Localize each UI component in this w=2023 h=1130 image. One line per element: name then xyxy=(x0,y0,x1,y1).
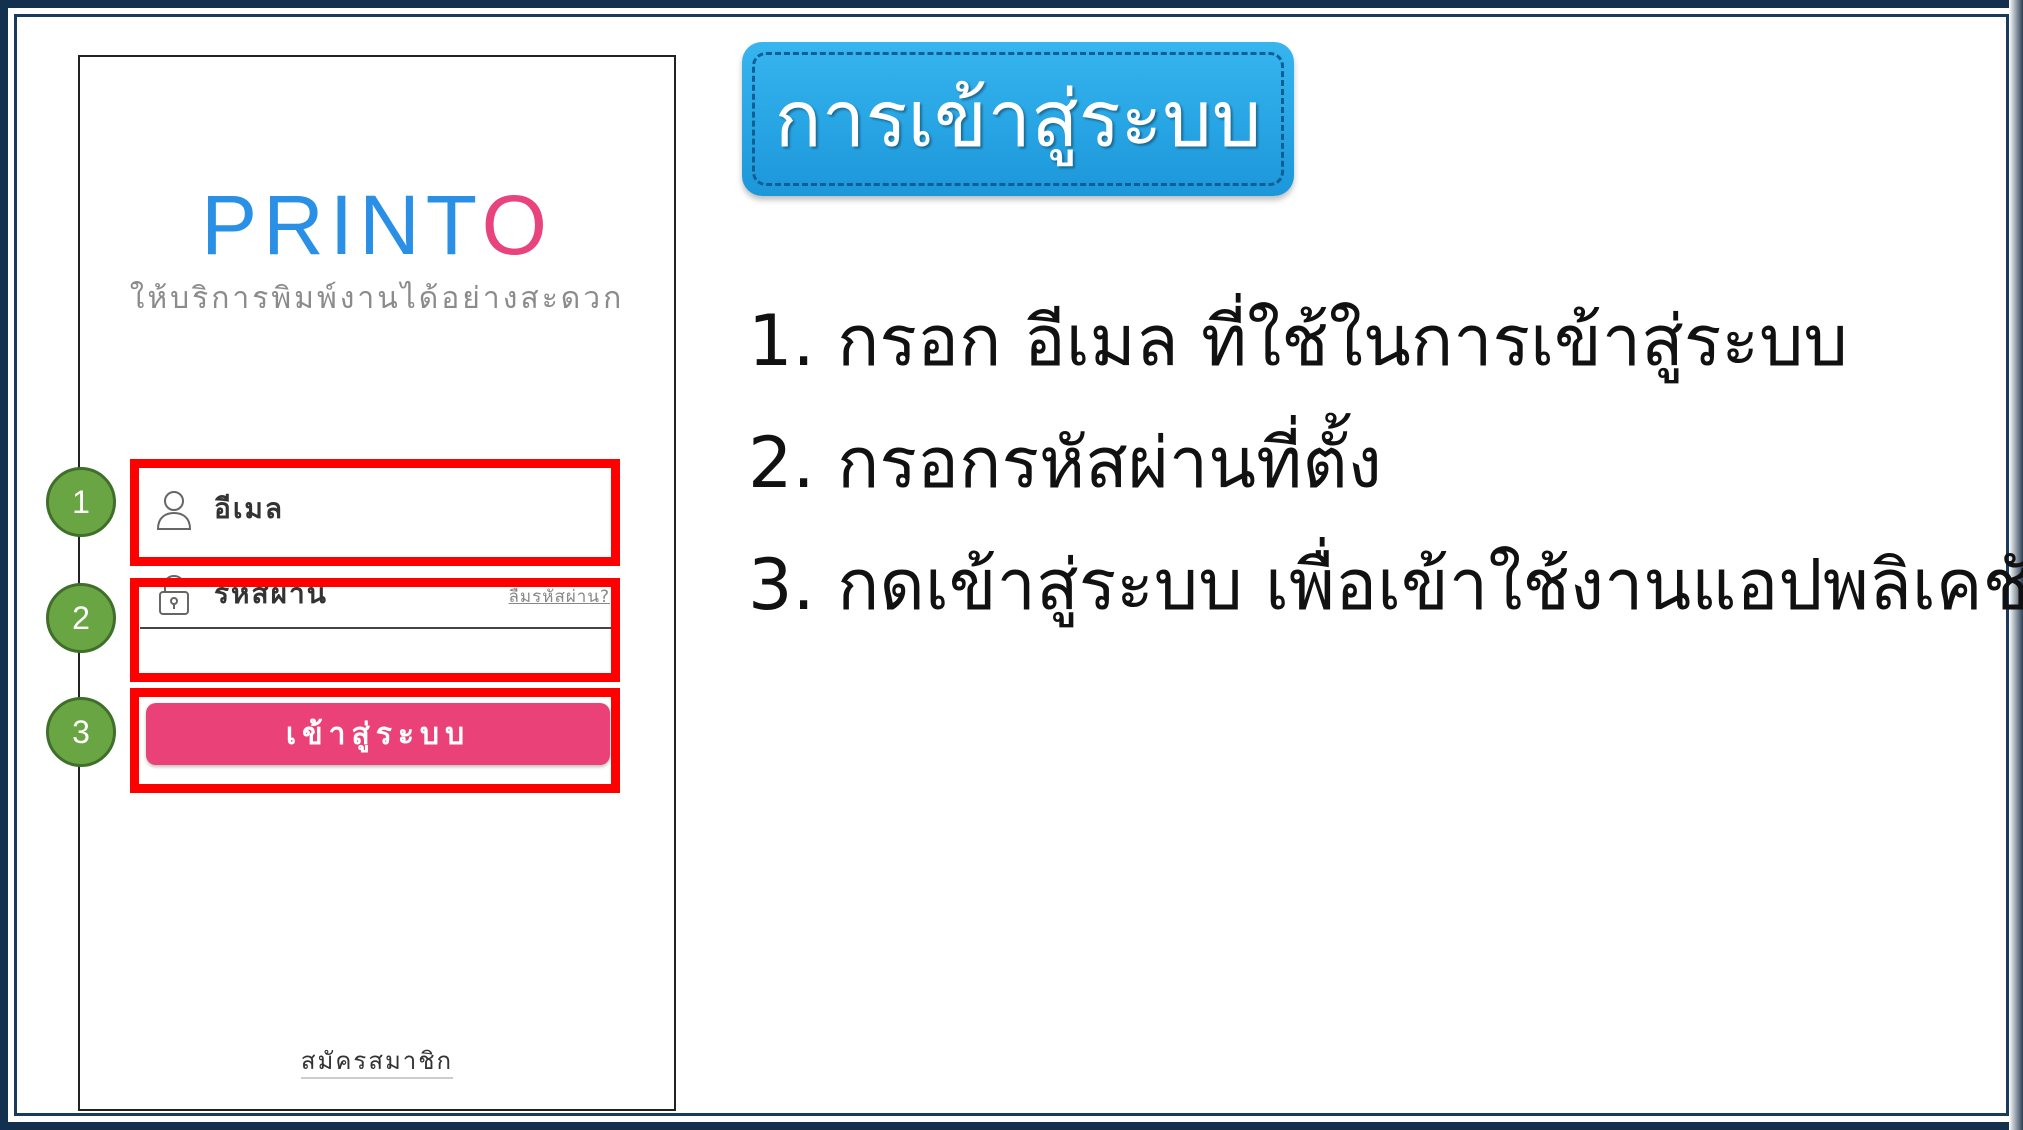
instruction-step: 2. กรอกรหัสผ่านที่ตั้ง xyxy=(748,422,1382,504)
instruction-step: 1. กรอก อีเมล ที่ใช้ในการเข้าสู่ระบบ xyxy=(748,300,1848,382)
step-marker-1: 1 xyxy=(46,467,116,537)
step-marker-2: 2 xyxy=(46,583,116,653)
register-link-wrap: สมัครสมาชิก xyxy=(80,1041,674,1080)
app-tagline: ให้บริการพิมพ์งานได้อย่างสะดวก xyxy=(129,281,625,316)
page-title: การเข้าสู่ระบบ xyxy=(752,52,1284,186)
logo-text-pink: O xyxy=(481,178,553,272)
highlight-box-login xyxy=(130,688,620,793)
logo-text-blue: PRINT xyxy=(201,178,482,272)
title-banner: การเข้าสู่ระบบ xyxy=(742,42,1294,196)
register-link[interactable]: สมัครสมาชิก xyxy=(300,1047,454,1079)
highlight-box-email xyxy=(130,459,620,566)
highlight-box-password xyxy=(130,578,620,682)
instruction-list: 1. กรอก อีเมล ที่ใช้ในการเข้าสู่ระบบ 2. … xyxy=(748,280,2023,646)
instruction-step: 3. กดเข้าสู่ระบบ เพื่อเข้าใช้งานแอปพลิเค… xyxy=(748,544,2023,626)
app-logo: PRINTO xyxy=(80,177,674,274)
step-marker-3: 3 xyxy=(46,697,116,767)
